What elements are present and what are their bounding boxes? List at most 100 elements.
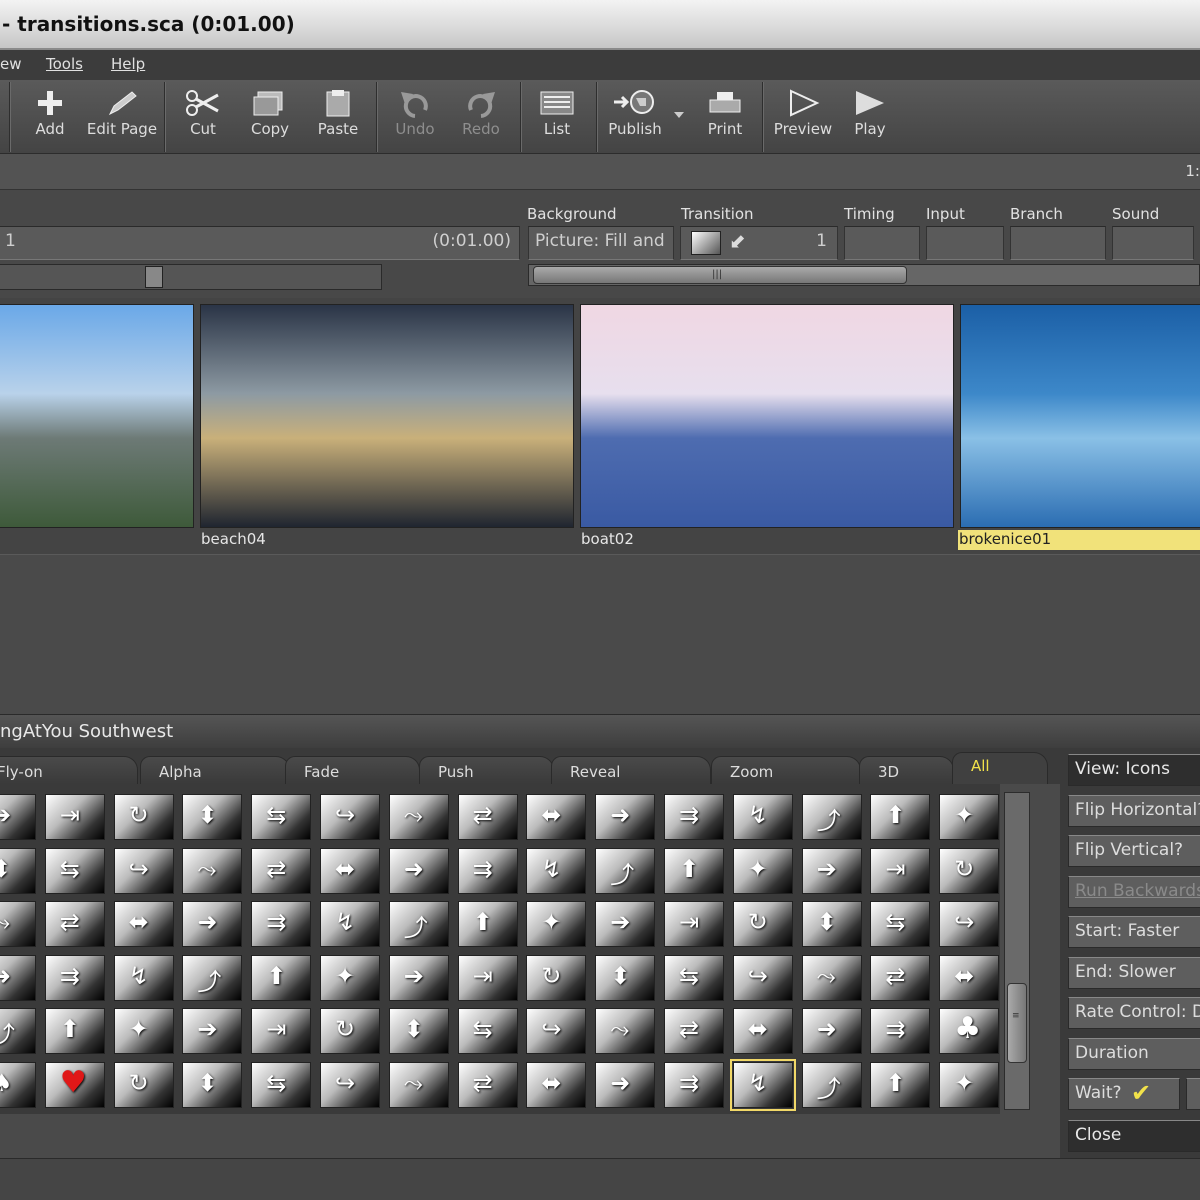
transition-icon[interactable]: ⬌ — [526, 794, 587, 840]
thumbnail-image[interactable] — [200, 304, 574, 528]
add-button[interactable]: Add — [26, 82, 74, 152]
transition-icon[interactable]: ⇆ — [664, 954, 724, 1001]
paste-button[interactable]: Paste — [314, 82, 362, 152]
transition-icon[interactable]: ⤴ — [801, 1061, 862, 1108]
transition-icon[interactable]: ⇥ — [664, 901, 724, 947]
transition-icon[interactable]: ⬆ — [870, 1061, 931, 1108]
transition-icon[interactable]: ↻ — [113, 794, 174, 840]
transition-icon[interactable]: ⇉ — [251, 901, 312, 947]
duration-button[interactable]: Duration — [1068, 1038, 1200, 1070]
transition-icon[interactable]: ✦ — [939, 794, 1000, 840]
tab-fly-on[interactable]: Fly-on — [0, 756, 138, 784]
end-speed-select[interactable]: End: Slower — [1068, 957, 1200, 989]
transition-icon[interactable]: ⇉ — [664, 794, 724, 840]
timing-field[interactable] — [844, 226, 920, 260]
wait-toggle[interactable]: Wait? ✔ — [1068, 1078, 1180, 1110]
transition-icon[interactable]: ⬌ — [113, 901, 174, 947]
transition-icon[interactable]: ⤴ — [388, 901, 449, 947]
transition-icon[interactable]: ↪ — [113, 847, 174, 894]
transition-icon[interactable]: ⬌ — [526, 1061, 587, 1108]
transition-icon[interactable]: ⬍ — [801, 901, 862, 947]
transition-icon[interactable]: ⬍ — [182, 794, 243, 840]
transition-icon[interactable]: ↯ — [320, 901, 380, 947]
transition-icon[interactable]: ⬌ — [939, 954, 1000, 1001]
transition-icon[interactable]: ➔ — [0, 794, 36, 840]
transition-icon[interactable]: ⇥ — [251, 1008, 312, 1054]
thumbnail-image[interactable] — [580, 304, 954, 528]
transition-icon[interactable]: ⇉ — [44, 954, 105, 1001]
transition-icon[interactable]: ⬆ — [44, 1008, 105, 1054]
rate-control-select[interactable]: Rate Control: D — [1068, 997, 1200, 1029]
tab-fade[interactable]: Fade — [285, 756, 420, 784]
list-button[interactable]: List — [534, 82, 580, 152]
transition-icon[interactable]: ↻ — [320, 1008, 380, 1054]
transition-icon[interactable]: ⇄ — [457, 1061, 518, 1108]
transition-icon[interactable]: ➜ — [801, 1008, 862, 1054]
transition-icon[interactable]: ⬍ — [182, 1061, 243, 1108]
transition-icon[interactable]: ⇥ — [457, 954, 518, 1001]
menu-view[interactable]: ew — [0, 55, 22, 73]
publish-dropdown-icon[interactable] — [674, 112, 684, 118]
transition-grid-scrollbar-thumb[interactable]: ≡ — [1007, 983, 1027, 1063]
flip-vertical-toggle[interactable]: Flip Vertical? — [1068, 835, 1200, 867]
transition-icon[interactable]: ⤳ — [0, 901, 36, 947]
transition-icon[interactable]: ⤴ — [595, 847, 656, 894]
transition-icon[interactable]: ⬆ — [664, 847, 724, 894]
transition-icon[interactable]: ⇄ — [251, 847, 312, 894]
transition-icon[interactable]: ↯ — [113, 954, 174, 1001]
transition-icon[interactable]: ✦ — [732, 847, 793, 894]
transition-icon[interactable]: ✦ — [113, 1008, 174, 1054]
branch-field[interactable] — [1010, 226, 1106, 260]
transition-icon[interactable]: ⇆ — [251, 794, 312, 840]
transition-icon[interactable]: ➔ — [182, 1008, 243, 1054]
transition-icon[interactable]: ➜ — [595, 794, 656, 840]
transition-icon[interactable]: ⇉ — [870, 1008, 931, 1054]
transition-icon[interactable]: ↪ — [526, 1008, 587, 1054]
transition-icon[interactable]: ↪ — [320, 1061, 380, 1108]
transition-icon[interactable]: ♠ — [0, 1061, 36, 1108]
transition-icon[interactable]: ⤳ — [595, 1008, 656, 1054]
menu-tools[interactable]: Tools — [46, 55, 83, 73]
transition-icon[interactable]: ↻ — [939, 847, 1000, 894]
transition-icon[interactable]: ⇆ — [870, 901, 931, 947]
transition-icon[interactable]: ➜ — [595, 1061, 656, 1108]
page-scrollbar-thumb[interactable] — [145, 266, 163, 288]
transition-icon[interactable]: ⤳ — [801, 954, 862, 1001]
print-button[interactable]: Print — [702, 82, 748, 152]
properties-scrollbar[interactable]: ||| — [528, 264, 1200, 286]
transition-icon[interactable]: ↪ — [732, 954, 793, 1001]
transition-icon[interactable]: ⇥ — [870, 847, 931, 894]
flip-horizontal-toggle[interactable]: Flip Horizontal? — [1068, 795, 1200, 827]
transition-icon[interactable]: ⬍ — [0, 847, 36, 894]
wait-options-button[interactable] — [1186, 1078, 1200, 1110]
transition-icon[interactable]: ⇄ — [870, 954, 931, 1001]
transition-icon[interactable]: ↯ — [729, 1058, 796, 1111]
transition-icon[interactable]: ⇄ — [664, 1008, 724, 1054]
menu-help[interactable]: Help — [111, 55, 145, 73]
play-button[interactable]: Play — [848, 82, 892, 152]
view-mode-select[interactable]: View: Icons — [1068, 754, 1200, 786]
transition-icon[interactable]: ↻ — [526, 954, 587, 1001]
transition-icon[interactable]: ➔ — [388, 954, 449, 1001]
transition-icon[interactable]: ✦ — [526, 901, 587, 947]
transition-icon[interactable]: ⤳ — [182, 847, 243, 894]
publish-button[interactable]: Publish — [604, 82, 666, 152]
transition-icon[interactable]: ↻ — [113, 1061, 174, 1108]
transition-icon[interactable]: ⇆ — [251, 1061, 312, 1108]
input-field[interactable] — [926, 226, 1004, 260]
transition-icon[interactable]: ✦ — [939, 1061, 1000, 1108]
tab-alpha[interactable]: Alpha — [140, 756, 290, 784]
tab-reveal[interactable]: Reveal — [551, 756, 711, 784]
transition-icon[interactable]: ⇆ — [457, 1008, 518, 1054]
transition-icon[interactable]: ➔ — [801, 847, 862, 894]
transition-icon[interactable]: ⬍ — [388, 1008, 449, 1054]
thumbnail-image[interactable] — [960, 304, 1200, 528]
transition-icon[interactable]: ⬍ — [595, 954, 656, 1001]
transition-icon[interactable]: ⤴ — [0, 1008, 36, 1054]
transition-icon[interactable]: ⬌ — [732, 1008, 793, 1054]
tab-zoom[interactable]: Zoom — [711, 756, 861, 784]
transition-icon[interactable]: ↻ — [732, 901, 793, 947]
close-button[interactable]: Close — [1068, 1120, 1200, 1152]
sound-field[interactable] — [1112, 226, 1194, 260]
transition-icon[interactable]: ➔ — [595, 901, 656, 947]
